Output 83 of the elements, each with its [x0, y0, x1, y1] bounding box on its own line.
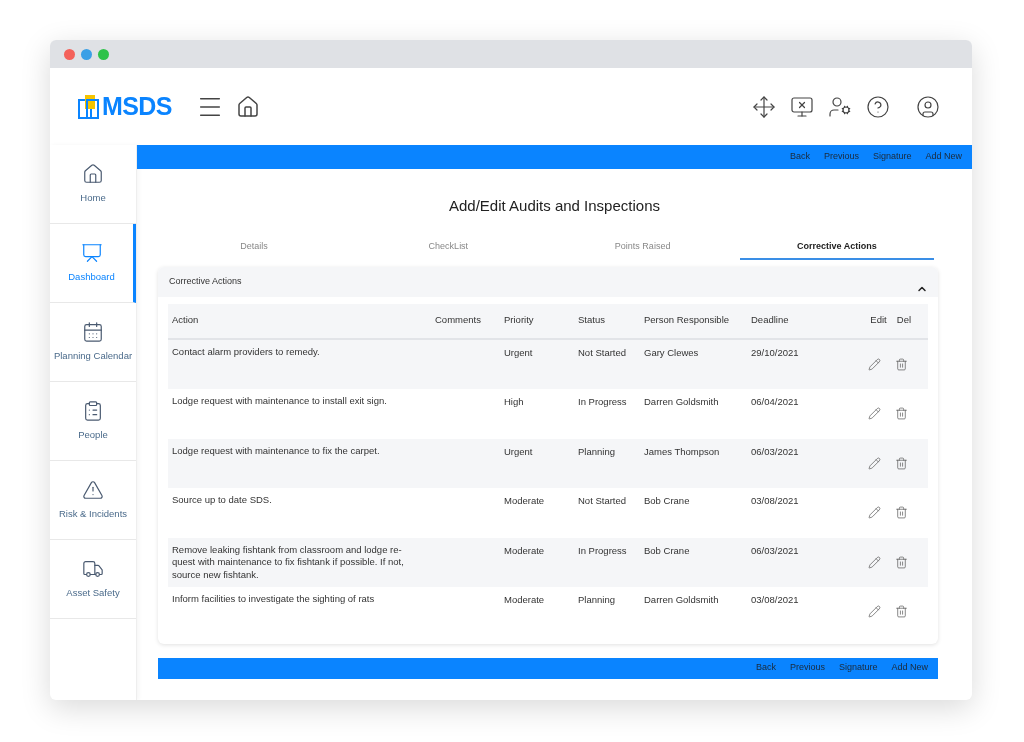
column-header: Status [578, 313, 606, 328]
table-cell-text: Not Started [578, 494, 628, 508]
sidebar-item[interactable]: People [50, 382, 136, 461]
action-link[interactable]: Signature [838, 661, 878, 675]
table-cell-text: Inform facilities to investigate the sighting of rats [171, 593, 376, 606]
column-header: Priority [504, 313, 535, 328]
edit-icon[interactable] [868, 357, 881, 371]
sidebar-item[interactable]: Risk & Incidents [50, 461, 136, 540]
delete-icon[interactable] [895, 407, 908, 420]
tab[interactable]: Points Raised [545, 235, 740, 260]
account-icon[interactable] [916, 94, 940, 119]
table-cell-text: Not Started [578, 345, 628, 360]
table-cell-text: Source up to date SDS. [171, 494, 273, 507]
logo-icon [78, 93, 100, 120]
column-header: Action [171, 313, 200, 328]
column-header: Person Responsible [644, 313, 731, 328]
help-icon[interactable] [866, 94, 890, 119]
edit-icon[interactable] [868, 456, 881, 470]
user-settings-icon[interactable] [828, 94, 852, 119]
table-cell-text: Gary Clewes [644, 345, 700, 360]
table-cell-text: High [504, 395, 525, 409]
delete-icon[interactable] [895, 357, 908, 371]
table-cell-text: 29/10/2021 [751, 345, 800, 360]
column-header: Deadline [751, 313, 790, 328]
presentation-icon [80, 241, 103, 264]
table-cell-text: Bob Crane [644, 543, 691, 558]
action-link[interactable]: Previous [789, 661, 825, 675]
logo-text: MSDS [102, 90, 172, 122]
action-link[interactable]: Previous [823, 150, 859, 164]
table-cell-text: Planning [578, 593, 616, 607]
table-cell-text: 06/03/2021 [751, 543, 800, 558]
table-cell-text: Moderate [504, 593, 546, 607]
move-icon[interactable] [752, 94, 776, 119]
tab[interactable]: Details [157, 235, 352, 260]
panel-title: Corrective Actions [169, 274, 242, 288]
column-header: Edit [869, 313, 888, 328]
delete-icon[interactable] [895, 605, 908, 618]
action-link[interactable]: Add New [891, 661, 928, 675]
table-cell-text: 06/03/2021 [751, 444, 800, 459]
sidebar-item[interactable]: Home [50, 145, 136, 224]
table-cell-text: Contact alarm providers to remedy. [171, 345, 321, 359]
edit-icon[interactable] [868, 407, 881, 420]
table-cell-text: Bob Crane [644, 494, 691, 508]
edit-icon[interactable] [868, 506, 881, 519]
column-header: Comments [435, 313, 482, 328]
delete-icon[interactable] [895, 506, 908, 519]
tab[interactable]: Corrective Actions [739, 235, 934, 260]
sidebar-item[interactable]: Planning Calendar [50, 303, 136, 382]
sidebar-item[interactable]: Asset Safety [50, 540, 136, 619]
delete-icon[interactable] [895, 456, 908, 470]
sidebar-item[interactable]: Dashboard [50, 224, 136, 303]
table-cell-text: Lodge request with maintenance to install exit sign. [171, 395, 388, 408]
table-cell-text: James Thompson [644, 444, 721, 459]
table-cell-text: Planning [578, 444, 616, 459]
edit-icon[interactable] [868, 555, 881, 569]
home-icon [82, 162, 104, 185]
tab[interactable]: CheckList [351, 235, 546, 260]
delete-icon[interactable] [895, 555, 908, 569]
table-cell-text: Remove leaking fishtank from classroom and lodge re-quest with maintenance to fix fishtank if possible. If not, source new fishtank. [171, 543, 405, 582]
table-cell-text: 03/08/2021 [751, 494, 800, 508]
action-link[interactable]: Signature [872, 150, 912, 164]
warning-icon [82, 478, 104, 501]
table-cell-text: Urgent [504, 444, 534, 459]
action-link[interactable]: Back [755, 661, 776, 675]
edit-icon[interactable] [868, 605, 881, 618]
table-cell-text: Moderate [504, 543, 546, 558]
page-title: Add/Edit Audits and Inspections [449, 196, 660, 216]
home-icon[interactable] [235, 94, 260, 119]
table-cell-text: 06/04/2021 [751, 395, 800, 409]
monitor-icon[interactable] [790, 94, 814, 119]
calendar-icon [82, 320, 104, 343]
clipboard-icon [82, 399, 104, 422]
table-cell-text: Urgent [504, 345, 534, 360]
action-link[interactable]: Back [789, 150, 810, 164]
table-cell-text: Lodge request with maintenance to fix the carpet. [171, 444, 381, 458]
table-cell-text: Moderate [504, 494, 546, 508]
table-cell-text: 03/08/2021 [751, 593, 800, 607]
table-cell-text: Darren Goldsmith [644, 395, 720, 409]
table-cell-text: In Progress [578, 543, 628, 558]
action-link[interactable]: Add New [925, 150, 962, 164]
table-cell-text: In Progress [578, 395, 628, 409]
table-cell-text: Darren Goldsmith [644, 593, 720, 607]
column-header: Del [895, 313, 913, 328]
